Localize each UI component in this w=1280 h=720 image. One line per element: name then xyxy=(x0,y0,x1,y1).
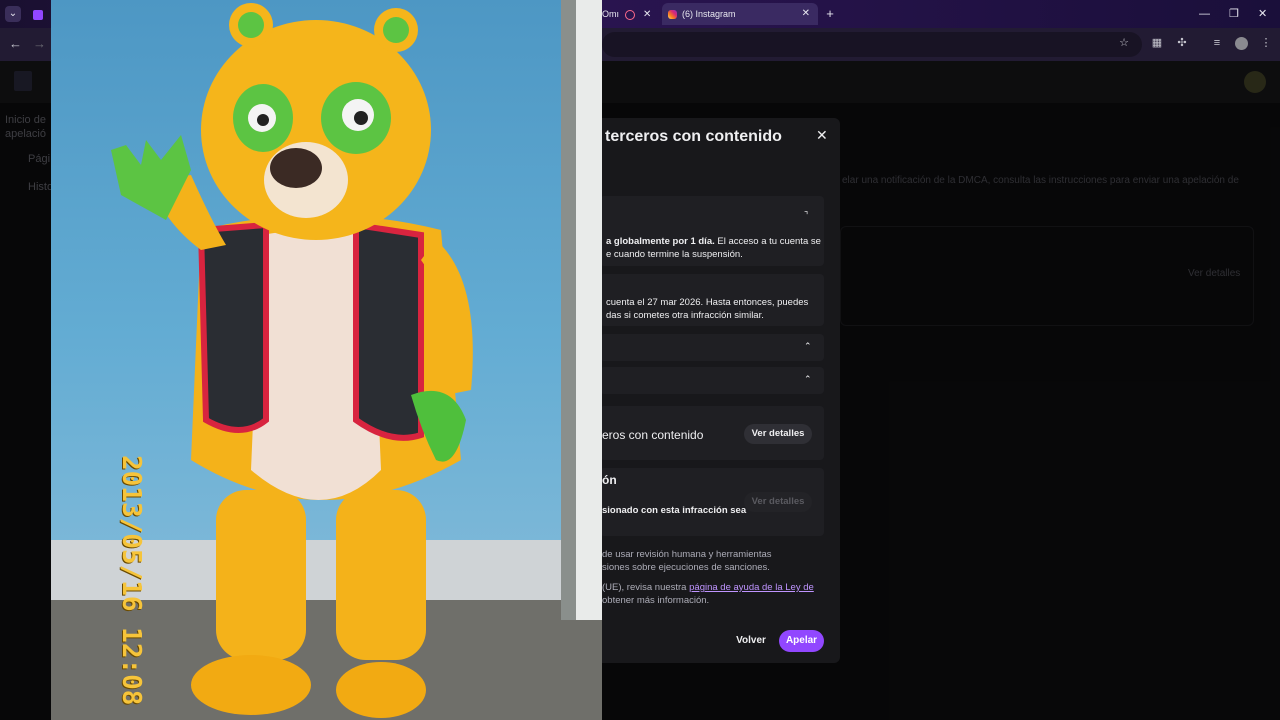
qr-icon[interactable]: ▦ xyxy=(1151,37,1163,49)
back-arrow-icon[interactable]: ← xyxy=(9,36,22,51)
minimize-icon[interactable]: — xyxy=(1199,6,1210,22)
restore-icon[interactable]: ❐ xyxy=(1229,6,1239,22)
window-close-icon[interactable]: ✕ xyxy=(1258,6,1267,22)
violation-label: eros con contenido xyxy=(602,428,704,442)
chevron-up-icon[interactable]: ⌃ xyxy=(804,341,812,352)
new-tab-button[interactable]: + xyxy=(822,6,838,22)
photo-date-stamp: 2013/05/16 12:08 xyxy=(116,455,146,706)
tab-instagram[interactable]: (6) Instagram ✕ xyxy=(662,3,818,25)
warning-line-2: das si cometes otra infracción similar. xyxy=(606,310,764,321)
tab-label: (6) Instagram xyxy=(682,9,736,19)
recording-icon xyxy=(625,9,635,20)
warning-line-1: cuenta el 27 mar 2026. Hasta entonces, p… xyxy=(606,297,809,308)
mascot-photo: 2013/05/16 12:08 xyxy=(51,0,602,720)
suspension-line-1: a globalmente por 1 día. El acceso a tu … xyxy=(606,236,821,247)
modal-title: terceros con contenido xyxy=(605,128,782,145)
twitch-favicon-icon xyxy=(33,9,43,20)
tab-label: Omı xyxy=(602,9,619,19)
profile-avatar[interactable] xyxy=(1235,37,1248,50)
appeal-button[interactable]: Apelar xyxy=(779,630,824,652)
appeal-modal: terceros con contenido ✕ ⌝ a globalmente… xyxy=(560,118,840,663)
chevron-up-icon[interactable]: ⌃ xyxy=(804,374,812,385)
collapsible-section-2[interactable] xyxy=(600,367,824,394)
suspension-line-2: e cuando termine la suspensión. xyxy=(606,249,743,260)
note-1-line-2: siones sobre ejecuciones de sanciones. xyxy=(602,562,770,573)
collapsible-section-1[interactable] xyxy=(600,334,824,361)
star-icon[interactable]: ☆ xyxy=(1118,37,1130,49)
instagram-favicon-icon xyxy=(668,10,677,20)
dsa-help-link[interactable]: página de ayuda de la Ley de xyxy=(689,582,814,593)
tab-search-button[interactable]: ⌄ xyxy=(5,6,21,22)
media-icon[interactable]: ≡ xyxy=(1211,37,1223,49)
info-marker-icon: ⌝ xyxy=(804,210,809,220)
forward-arrow-icon[interactable]: → xyxy=(33,36,46,51)
extensions-icon[interactable]: ✣ xyxy=(1176,37,1188,49)
back-button[interactable]: Volver xyxy=(732,630,770,652)
menu-dots-icon[interactable]: ⋮ xyxy=(1260,37,1272,49)
violation-details-button[interactable]: Ver detalles xyxy=(744,424,812,444)
address-bar[interactable] xyxy=(602,32,1142,57)
note-1-line-1: de usar revisión humana y herramientas xyxy=(602,549,772,560)
second-title: ón xyxy=(602,473,617,487)
note-2-line-1: (UE), revisa nuestra página de ayuda de … xyxy=(602,582,814,593)
close-tab-icon[interactable]: ✕ xyxy=(802,3,810,25)
second-subtitle: sionado con esta infracción sea xyxy=(602,505,747,516)
tab-other[interactable]: Omı ✕ xyxy=(602,5,652,23)
second-details-button[interactable]: Ver detalles xyxy=(744,492,812,512)
tab-twitch[interactable] xyxy=(33,5,47,23)
note-2-line-2: obtener más información. xyxy=(602,595,710,606)
close-icon[interactable]: ✕ xyxy=(816,127,828,144)
close-tab-icon[interactable]: ✕ xyxy=(643,9,651,20)
